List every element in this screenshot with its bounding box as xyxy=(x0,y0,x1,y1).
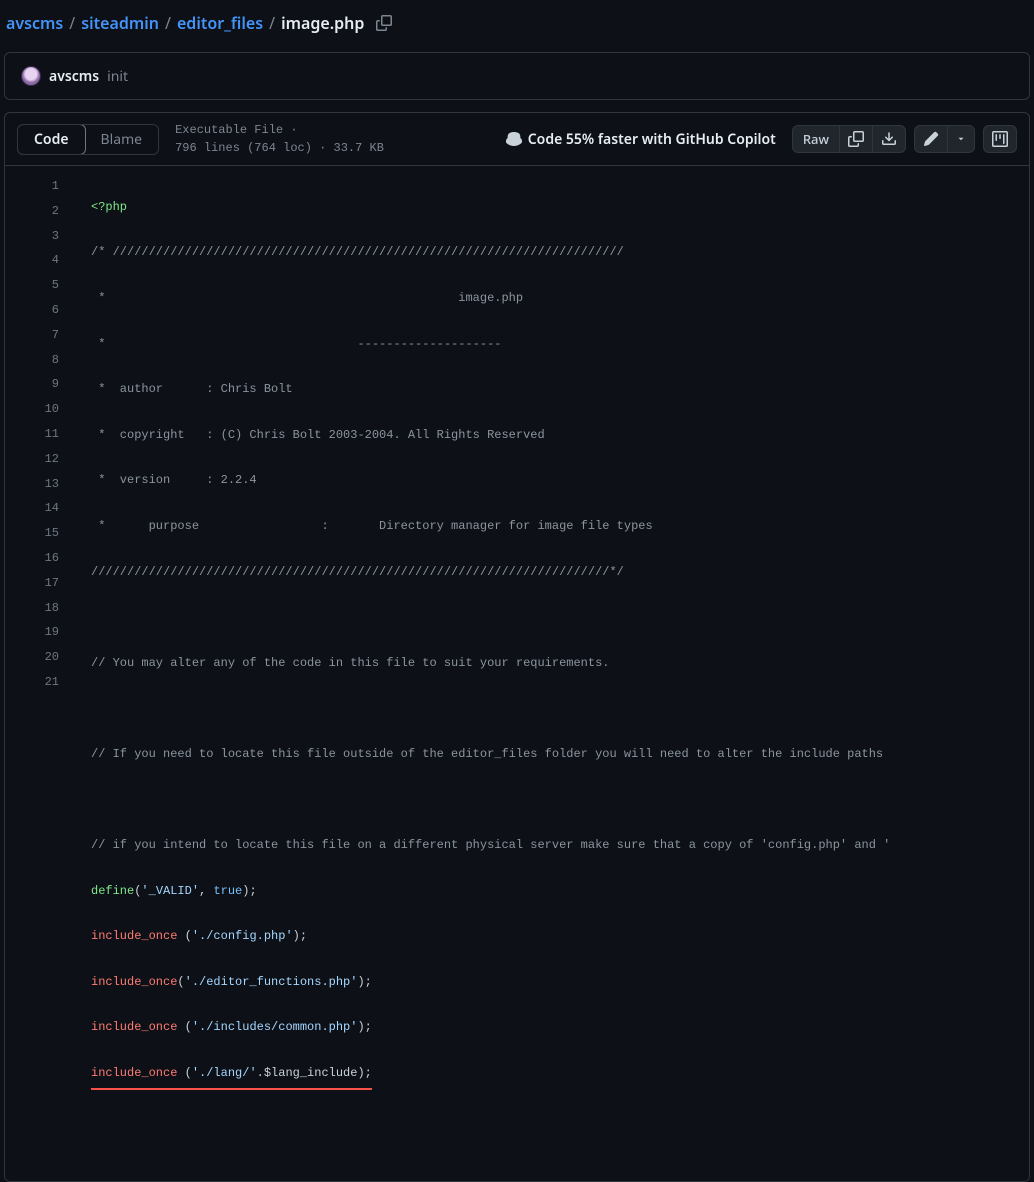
breadcrumb-link[interactable]: editor_files xyxy=(177,12,263,34)
edit-dropdown-icon[interactable] xyxy=(948,125,975,153)
avatar xyxy=(21,66,41,86)
symbols-icon[interactable] xyxy=(983,125,1017,153)
commit-author[interactable]: avscms xyxy=(49,67,99,86)
code-content[interactable]: <?php /* ///////////////////////////////… xyxy=(77,166,1029,1181)
edit-button-group xyxy=(914,125,975,153)
copilot-promo[interactable]: Code 55% faster with GitHub Copilot xyxy=(506,130,784,149)
file-header: Code Blame Executable File · 796 lines (… xyxy=(5,113,1029,166)
file-info-executable: Executable File · xyxy=(175,121,384,139)
tab-code[interactable]: Code xyxy=(17,124,86,155)
copy-raw-icon[interactable] xyxy=(840,125,873,153)
file-info: Executable File · 796 lines (764 loc) · … xyxy=(175,121,384,157)
copy-path-icon[interactable] xyxy=(376,15,392,31)
breadcrumb-sep: / xyxy=(69,12,75,34)
file-info-size: 796 lines (764 loc) · 33.7 KB xyxy=(175,139,384,157)
breadcrumb-sep: / xyxy=(165,12,171,34)
breadcrumb-link[interactable]: avscms xyxy=(6,12,63,34)
tab-blame[interactable]: Blame xyxy=(85,125,159,154)
copilot-promo-label: Code 55% faster with GitHub Copilot xyxy=(528,130,776,149)
download-icon[interactable] xyxy=(873,125,906,153)
breadcrumb-sep: / xyxy=(269,12,275,34)
code-view: 123456789101112131415161718192021 <?php … xyxy=(5,166,1029,1181)
file-panel: Code Blame Executable File · 796 lines (… xyxy=(4,112,1030,1182)
raw-button[interactable]: Raw xyxy=(792,125,840,153)
breadcrumb-current: image.php xyxy=(281,12,364,34)
commit-message[interactable]: init xyxy=(107,67,128,86)
breadcrumb: avscms / siteadmin / editor_files / imag… xyxy=(0,0,1034,46)
line-numbers: 123456789101112131415161718192021 xyxy=(5,166,77,1181)
latest-commit-box[interactable]: avscms init xyxy=(4,52,1030,100)
raw-button-group: Raw xyxy=(792,125,906,153)
breadcrumb-link[interactable]: siteadmin xyxy=(81,12,159,34)
edit-icon[interactable] xyxy=(914,125,948,153)
copilot-icon xyxy=(506,131,522,147)
code-blame-tabs: Code Blame xyxy=(17,124,159,155)
